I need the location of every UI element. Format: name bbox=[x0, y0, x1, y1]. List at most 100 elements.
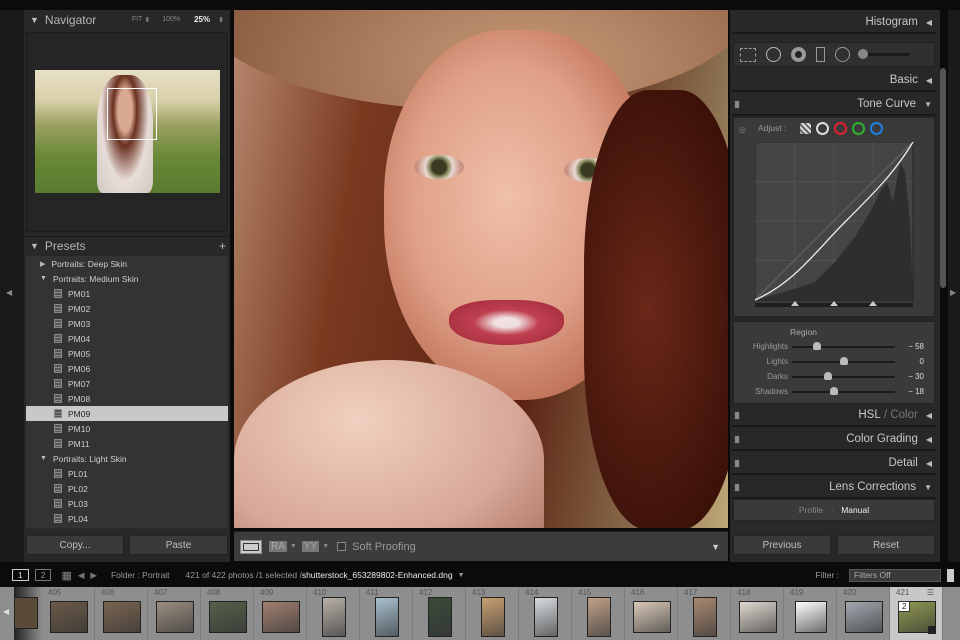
back-arrow-icon[interactable]: ◀ bbox=[78, 570, 85, 581]
crop-tool-icon[interactable] bbox=[740, 47, 756, 62]
filmstrip-cell[interactable]: 412 bbox=[413, 587, 466, 640]
filmstrip-thumbnail[interactable] bbox=[794, 601, 827, 633]
filmstrip-thumbnail[interactable] bbox=[427, 597, 452, 637]
zoom-fit[interactable]: FIT bbox=[132, 16, 143, 23]
slider-thumb[interactable] bbox=[812, 342, 821, 350]
radial-filter-icon[interactable] bbox=[835, 47, 850, 62]
hsl-header[interactable]: HSL / Color ◀ bbox=[732, 405, 936, 427]
spot-removal-icon[interactable] bbox=[766, 47, 781, 62]
slider-value[interactable]: 0 bbox=[920, 357, 924, 366]
slider-track[interactable] bbox=[792, 357, 895, 365]
preset-item[interactable]: PM08 bbox=[26, 391, 228, 406]
filmstrip-cell[interactable]: 413 bbox=[466, 587, 519, 640]
slider-thumb[interactable] bbox=[824, 372, 833, 380]
filter-select[interactable]: Filters Off bbox=[849, 568, 941, 582]
preset-item[interactable]: PM03 bbox=[26, 316, 228, 331]
slider-value[interactable]: − 18 bbox=[908, 387, 924, 396]
slider-track[interactable] bbox=[792, 372, 895, 380]
preset-item[interactable]: PL04 bbox=[26, 511, 228, 526]
filmstrip-left-arrow-icon[interactable]: ◀ bbox=[3, 607, 9, 616]
red-channel-icon[interactable] bbox=[834, 122, 847, 135]
basic-header[interactable]: Basic ◀ bbox=[732, 70, 936, 92]
grid-icon[interactable]: ▦ bbox=[61, 569, 71, 582]
zoom-25[interactable]: 25% bbox=[194, 15, 210, 24]
blue-channel-icon[interactable] bbox=[870, 122, 883, 135]
panel-toggle-switch[interactable] bbox=[734, 100, 740, 109]
right-panel-scrollbar[interactable] bbox=[940, 68, 946, 288]
filmstrip-cell[interactable]: 406 bbox=[95, 587, 148, 640]
right-panel-edge[interactable]: ▶ bbox=[948, 10, 960, 562]
preset-item[interactable]: PM04 bbox=[26, 331, 228, 346]
filmstrip-cell[interactable]: 420 bbox=[837, 587, 890, 640]
filmstrip-cell[interactable]: 414 bbox=[519, 587, 572, 640]
tab-manual[interactable]: Manual bbox=[841, 505, 869, 515]
slider-highlights[interactable]: Highlights − 58 bbox=[732, 339, 936, 354]
preset-item[interactable]: PL02 bbox=[26, 481, 228, 496]
preset-item[interactable]: PM05 bbox=[26, 346, 228, 361]
filmstrip-cell[interactable]: 418 bbox=[731, 587, 784, 640]
secondary-window-button[interactable]: 2 bbox=[34, 569, 52, 581]
paste-button[interactable]: Paste bbox=[129, 535, 228, 555]
preset-item[interactable]: PL01 bbox=[26, 466, 228, 481]
soft-proofing-checkbox[interactable] bbox=[337, 542, 347, 551]
preset-folder[interactable]: ▼ Portraits: Light Skin bbox=[26, 451, 228, 466]
filmstrip-thumbnail[interactable] bbox=[49, 601, 88, 633]
filmstrip-thumbnail[interactable] bbox=[208, 601, 247, 633]
forward-arrow-icon[interactable]: ▶ bbox=[90, 570, 97, 581]
menu-icon[interactable]: ☰ bbox=[927, 588, 934, 597]
preset-item[interactable]: PM11 bbox=[26, 436, 228, 451]
filmstrip-cell[interactable]: 410 bbox=[307, 587, 360, 640]
toolbar-menu-icon[interactable]: ▼ bbox=[711, 542, 720, 552]
folder-toggle-icon[interactable]: ▼ bbox=[40, 275, 47, 282]
preset-item[interactable]: PM02 bbox=[26, 301, 228, 316]
navigator-zoom-box[interactable] bbox=[107, 88, 157, 140]
preset-item[interactable]: PM07 bbox=[26, 376, 228, 391]
slider-thumb[interactable] bbox=[839, 357, 848, 365]
filmstrip-cell[interactable]: 405 bbox=[42, 587, 95, 640]
filmstrip-thumbnail[interactable] bbox=[374, 597, 399, 637]
navigator-header[interactable]: ▼ Navigator FIT ⬍ 100% 25% ⬍ bbox=[24, 10, 230, 29]
detail-header[interactable]: Detail ◀ bbox=[732, 453, 936, 475]
point-curve-rgb-icon[interactable] bbox=[816, 122, 829, 135]
filmstrip-thumbnail[interactable] bbox=[321, 597, 346, 637]
brush-slider[interactable] bbox=[858, 49, 910, 59]
filmstrip-cell[interactable]: 408 bbox=[201, 587, 254, 640]
filmstrip-cell[interactable]: 411 bbox=[360, 587, 413, 640]
filmstrip-thumbnail[interactable] bbox=[844, 601, 883, 633]
preset-folder[interactable]: ▼ Portraits: Medium Skin bbox=[26, 271, 228, 286]
red-eye-icon[interactable] bbox=[791, 47, 806, 62]
copy-button[interactable]: Copy... bbox=[26, 535, 124, 555]
filmstrip-cell[interactable]: 419 bbox=[784, 587, 837, 640]
filmstrip-cell[interactable]: 417 bbox=[678, 587, 731, 640]
slider-lights[interactable]: Lights 0 bbox=[732, 354, 936, 369]
filmstrip-thumbnail[interactable] bbox=[738, 601, 777, 633]
target-adjust-icon[interactable]: ◎ bbox=[739, 125, 746, 134]
preset-item[interactable]: PL03 bbox=[26, 496, 228, 511]
collapse-left-icon[interactable]: ◀ bbox=[6, 288, 12, 297]
folder-toggle-icon[interactable]: ▶ bbox=[40, 260, 45, 268]
filmstrip-cell[interactable]: 407 bbox=[148, 587, 201, 640]
filmstrip-thumbnail[interactable] bbox=[692, 597, 717, 637]
filename[interactable]: shutterstock_653289802-Enhanced.dng bbox=[302, 570, 453, 580]
parametric-curve-icon[interactable] bbox=[800, 123, 811, 134]
filmstrip-thumbnail[interactable] bbox=[155, 601, 194, 633]
preset-item[interactable]: PM01 bbox=[26, 286, 228, 301]
tone-curve-header[interactable]: Tone Curve ▼ bbox=[732, 94, 936, 116]
navigator-preview[interactable] bbox=[26, 32, 228, 232]
filmstrip-cell[interactable]: 409 bbox=[254, 587, 307, 640]
preset-item[interactable]: PM09 bbox=[26, 406, 228, 421]
preset-folder[interactable]: ▶ Portraits: Deep Skin bbox=[26, 256, 228, 271]
filmstrip-thumbnail[interactable] bbox=[261, 601, 300, 633]
color-grading-header[interactable]: Color Grading ◀ bbox=[732, 429, 936, 451]
collapse-right-icon[interactable]: ▶ bbox=[950, 288, 956, 297]
preset-item[interactable]: PM06 bbox=[26, 361, 228, 376]
main-photo[interactable] bbox=[234, 10, 728, 528]
slider-thumb[interactable] bbox=[830, 387, 839, 395]
loupe-view-button[interactable] bbox=[240, 539, 262, 554]
folder-toggle-icon[interactable]: ▼ bbox=[40, 455, 47, 462]
preset-item[interactable]: PM10 bbox=[26, 421, 228, 436]
slider-value[interactable]: − 58 bbox=[908, 342, 924, 351]
filmstrip-thumbnail[interactable] bbox=[586, 597, 611, 637]
presets-header[interactable]: ▼ Presets + bbox=[24, 236, 230, 255]
filmstrip-cell[interactable]: 415 bbox=[572, 587, 625, 640]
